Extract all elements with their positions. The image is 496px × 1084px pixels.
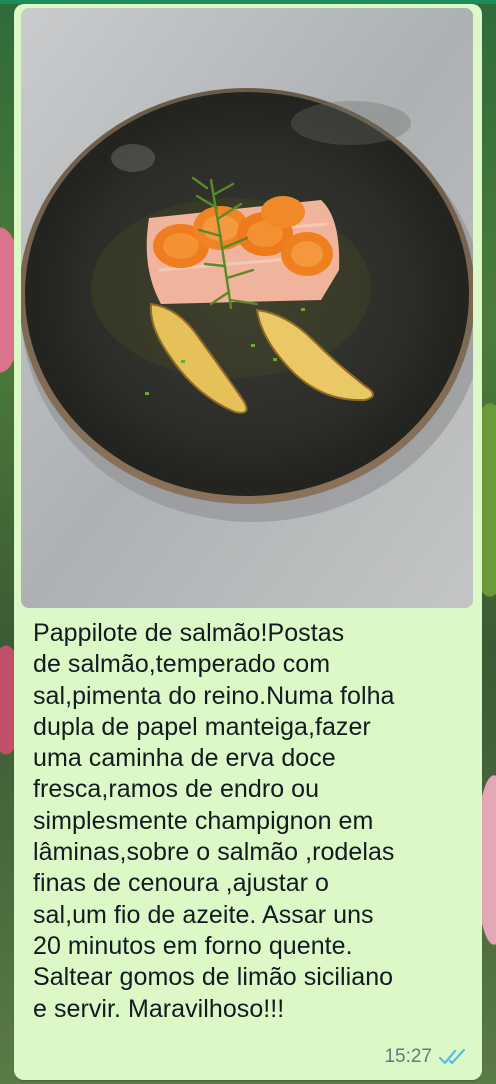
message-text: Pappilote de salmão!Postas de salmão,tem… — [33, 619, 395, 1023]
message-time: 15:27 — [384, 1046, 432, 1067]
message-meta: 15:27 — [384, 1046, 468, 1068]
message-bubble[interactable]: Pappilote de salmão!Postas de salmão,tem… — [14, 4, 482, 1080]
message-photo[interactable] — [21, 8, 473, 608]
double-check-read-icon — [438, 1048, 466, 1065]
salmon-dish-image — [21, 8, 473, 608]
